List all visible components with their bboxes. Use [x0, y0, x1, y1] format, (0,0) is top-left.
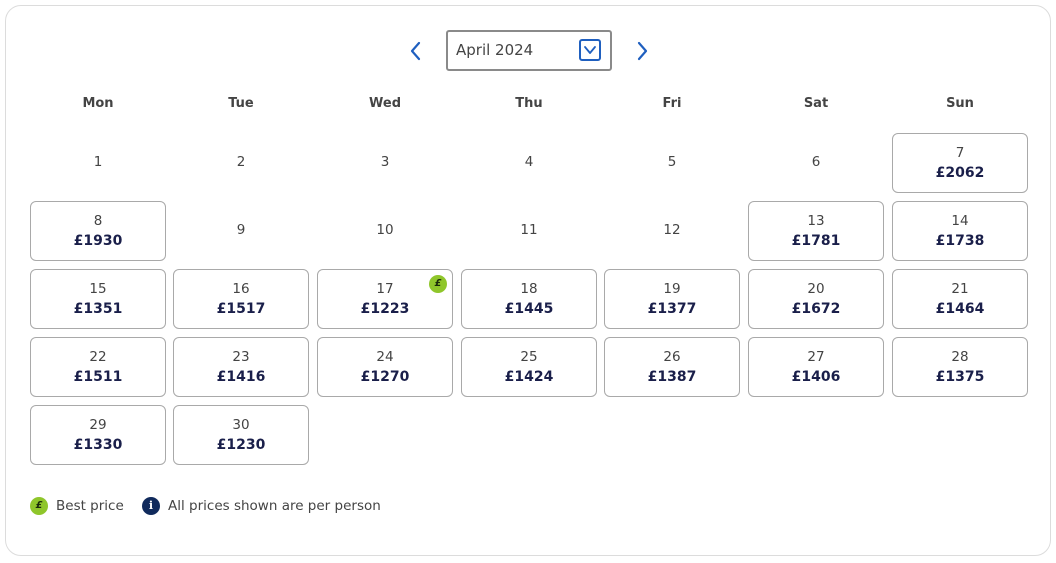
day-price: £1387 [647, 369, 697, 385]
day-number: 28 [951, 349, 969, 365]
calendar-day-8[interactable]: 8 £1930 [30, 201, 166, 261]
calendar-day-5: 5 [604, 133, 740, 193]
day-number: 20 [807, 281, 825, 297]
calendar-day-30[interactable]: 30 £1230 [173, 405, 309, 465]
calendar-day-2: 2 [173, 133, 309, 193]
day-number: 26 [663, 349, 681, 365]
calendar-day-26[interactable]: 26 £1387 [604, 337, 740, 397]
day-price: £1270 [360, 369, 410, 385]
day-number: 30 [232, 417, 250, 433]
day-number: 4 [524, 154, 534, 170]
chevron-down-icon [579, 39, 601, 61]
day-number: 22 [89, 349, 107, 365]
day-number: 29 [89, 417, 107, 433]
calendar-day-25[interactable]: 25 £1424 [461, 337, 597, 397]
calendar-day-1: 1 [30, 133, 166, 193]
day-price: £1517 [216, 301, 266, 317]
calendar-day-28[interactable]: 28 £1375 [892, 337, 1028, 397]
day-price: £1511 [73, 369, 123, 385]
day-number: 6 [811, 154, 821, 170]
day-price: £1464 [935, 301, 985, 317]
day-number: 27 [807, 349, 825, 365]
day-number: 18 [520, 281, 538, 297]
day-price: £1672 [791, 301, 841, 317]
calendar-day-3: 3 [317, 133, 453, 193]
day-price: £1377 [647, 301, 697, 317]
day-price: £1406 [791, 369, 841, 385]
day-number: 2 [236, 154, 246, 170]
calendar-day-16[interactable]: 16 £1517 [173, 269, 309, 329]
calendar-day-9: 9 [173, 201, 309, 261]
day-number: 10 [376, 222, 394, 238]
calendar-day-15[interactable]: 15 £1351 [30, 269, 166, 329]
weekday-sat: Sat [803, 96, 829, 111]
calendar-day-24[interactable]: 24 £1270 [317, 337, 453, 397]
calendar-day-14[interactable]: 14 £1738 [892, 201, 1028, 261]
day-price: £1416 [216, 369, 266, 385]
month-select-value: April 2024 [456, 41, 534, 59]
weekday-sun: Sun [946, 96, 974, 111]
weekday-wed: Wed [369, 96, 401, 111]
day-number: 3 [380, 154, 390, 170]
weekday-fri: Fri [662, 96, 682, 111]
day-number: 13 [807, 213, 825, 229]
month-navigation: April 2024 [0, 30, 1056, 72]
calendar-day-21[interactable]: 21 £1464 [892, 269, 1028, 329]
day-price: £1424 [504, 369, 554, 385]
legend-best-price-label: Best price [56, 498, 124, 514]
calendar-day-6: 6 [748, 133, 884, 193]
calendar-day-23[interactable]: 23 £1416 [173, 337, 309, 397]
calendar-day-19[interactable]: 19 £1377 [604, 269, 740, 329]
day-number: 19 [663, 281, 681, 297]
day-price: £2062 [935, 165, 985, 181]
calendar-day-12: 12 [604, 201, 740, 261]
day-price: £1230 [216, 437, 266, 453]
day-price: £1375 [935, 369, 985, 385]
day-price: £1445 [504, 301, 554, 317]
calendar-day-18[interactable]: 18 £1445 [461, 269, 597, 329]
calendar-day-11: 11 [461, 201, 597, 261]
day-number: 7 [955, 145, 965, 161]
chevron-right-icon[interactable] [629, 38, 655, 64]
day-number: 24 [376, 349, 394, 365]
calendar-day-7[interactable]: 7 £2062 [892, 133, 1028, 193]
month-select[interactable]: April 2024 [446, 30, 612, 71]
day-number: 12 [663, 222, 681, 238]
day-number: 1 [93, 154, 103, 170]
day-price: £1930 [73, 233, 123, 249]
day-number: 25 [520, 349, 538, 365]
day-number: 11 [520, 222, 538, 238]
calendar-day-10: 10 [317, 201, 453, 261]
best-price-icon: £ [30, 497, 48, 515]
calendar-day-17[interactable]: 17 £1223 £ [317, 269, 453, 329]
day-price: £1351 [73, 301, 123, 317]
weekday-mon: Mon [82, 96, 114, 111]
weekday-tue: Tue [228, 96, 254, 111]
day-price: £1738 [935, 233, 985, 249]
day-number: 16 [232, 281, 250, 297]
calendar-day-20[interactable]: 20 £1672 [748, 269, 884, 329]
day-price: £1223 [360, 301, 410, 317]
calendar-day-13[interactable]: 13 £1781 [748, 201, 884, 261]
calendar-day-27[interactable]: 27 £1406 [748, 337, 884, 397]
best-price-icon: £ [429, 275, 447, 293]
day-price: £1330 [73, 437, 123, 453]
info-icon: i [142, 497, 160, 515]
day-number: 23 [232, 349, 250, 365]
day-price: £1781 [791, 233, 841, 249]
calendar-day-29[interactable]: 29 £1330 [30, 405, 166, 465]
day-number: 15 [89, 281, 107, 297]
weekday-thu: Thu [515, 96, 543, 111]
day-number: 8 [93, 213, 103, 229]
day-number: 21 [951, 281, 969, 297]
day-number: 5 [667, 154, 677, 170]
calendar-day-4: 4 [461, 133, 597, 193]
chevron-left-icon[interactable] [403, 38, 429, 64]
day-number: 9 [236, 222, 246, 238]
day-number: 14 [951, 213, 969, 229]
legend-per-person-label: All prices shown are per person [168, 498, 381, 514]
calendar-day-22[interactable]: 22 £1511 [30, 337, 166, 397]
